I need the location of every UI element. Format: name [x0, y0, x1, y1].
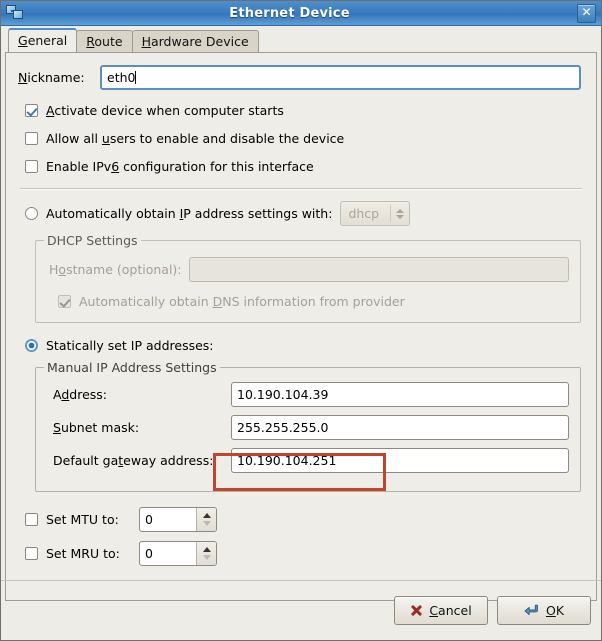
static-ip-label: Statically set IP addresses: — [46, 338, 214, 353]
combo-arrows-icon — [391, 202, 409, 225]
mru-value: 0 — [145, 546, 153, 561]
set-mru-label: Set MRU to: — [46, 546, 120, 561]
section-separator — [20, 188, 582, 190]
nickname-value: eth0 — [107, 70, 136, 85]
allow-all-users-checkbox[interactable] — [25, 132, 38, 145]
subnet-mask-value: 255.255.255.0 — [237, 420, 329, 435]
auto-ip-radio[interactable] — [25, 207, 38, 220]
enter-arrow-icon — [524, 604, 540, 618]
tab-general[interactable]: General — [8, 28, 78, 52]
tab-hardware-device[interactable]: Hardware Device — [131, 30, 259, 52]
mtu-spinner[interactable]: 0 — [139, 507, 217, 532]
hostname-input — [189, 257, 569, 282]
nickname-input[interactable]: eth0 — [100, 65, 581, 90]
tab-route[interactable]: Route — [76, 30, 133, 52]
mtu-spinner-arrows-icon[interactable] — [196, 508, 216, 531]
static-ip-row[interactable]: Statically set IP addresses: — [25, 338, 584, 353]
enable-ipv6-row[interactable]: Enable IPv6 configuration for this inter… — [25, 159, 584, 174]
activate-device-row[interactable]: Activate device when computer starts — [25, 103, 584, 118]
set-mtu-label: Set MTU to: — [46, 512, 119, 527]
protocol-value: dhcp — [348, 206, 380, 221]
nickname-row: Nickname: eth0 — [18, 65, 584, 90]
manual-ip-settings-title: Manual IP Address Settings — [44, 360, 220, 375]
set-mtu-row: Set MTU to: 0 — [25, 507, 584, 532]
auto-dns-label: Automatically obtain DNS information fro… — [79, 294, 405, 309]
subnet-mask-input[interactable]: 255.255.255.0 — [231, 415, 569, 440]
activate-device-label: Activate device when computer starts — [46, 103, 284, 118]
set-mru-row: Set MRU to: 0 — [25, 541, 584, 566]
network-device-icon — [6, 4, 24, 22]
tab-route-label: oute — [94, 34, 123, 49]
set-mru-checkbox[interactable] — [25, 547, 38, 560]
default-gateway-address-input[interactable]: 10.190.104.251 — [231, 448, 569, 473]
ok-button[interactable]: OK — [497, 596, 591, 625]
ok-button-label: OK — [545, 603, 565, 618]
mru-spinner[interactable]: 0 — [139, 541, 217, 566]
cancel-button-label: Cancel — [429, 603, 472, 618]
set-mtu-checkbox[interactable] — [25, 513, 38, 526]
ethernet-device-dialog: Ethernet Device ✕ General Route Hardware… — [0, 0, 602, 641]
allow-all-users-row[interactable]: Allow all users to enable and disable th… — [25, 131, 584, 146]
cancel-x-icon — [410, 604, 423, 617]
tab-general-label: eneral — [27, 33, 68, 48]
enable-ipv6-label: Enable IPv6 configuration for this inter… — [46, 159, 314, 174]
default-gateway-address-label: Default gateway address: — [53, 453, 214, 468]
auto-dns-row: Automatically obtain DNS information fro… — [58, 294, 580, 309]
mru-spinner-arrows-icon[interactable] — [196, 542, 216, 565]
static-ip-radio[interactable] — [25, 339, 38, 352]
address-input[interactable]: 10.190.104.39 — [231, 382, 569, 407]
address-value: 10.190.104.39 — [237, 387, 329, 402]
default-gateway-address-value: 10.190.104.251 — [237, 453, 337, 468]
hostname-label: Hostname (optional): — [49, 262, 182, 277]
auto-dns-checkbox — [58, 295, 71, 308]
protocol-combo[interactable]: dhcp — [340, 201, 411, 226]
general-tab-panel: Nickname: eth0 Activate device when comp… — [5, 52, 597, 601]
default-gateway-address-row: Default gateway address: 10.190.104.251 — [53, 448, 569, 473]
address-row: Address: 10.190.104.39 — [53, 382, 569, 407]
manual-ip-settings-group: Manual IP Address Settings Address: 10.1… — [35, 360, 581, 492]
auto-ip-row[interactable]: Automatically obtain IP address settings… — [25, 201, 584, 226]
auto-ip-label: Automatically obtain IP address settings… — [46, 206, 333, 221]
mtu-value: 0 — [145, 512, 153, 527]
dhcp-settings-group: DHCP Settings Hostname (optional): Autom… — [35, 233, 581, 323]
subnet-mask-row: Subnet mask: 255.255.255.0 — [53, 415, 569, 440]
nickname-label: Nickname: — [18, 70, 85, 85]
dhcp-settings-title: DHCP Settings — [44, 233, 141, 248]
tab-strip: General Route Hardware Device — [1, 26, 601, 52]
dialog-button-bar: Cancel OK — [1, 580, 601, 640]
activate-device-checkbox[interactable] — [25, 104, 38, 117]
text-caret — [135, 71, 137, 84]
address-label: Address: — [53, 387, 108, 402]
subnet-mask-label: Subnet mask: — [53, 420, 140, 435]
enable-ipv6-checkbox[interactable] — [25, 160, 38, 173]
allow-all-users-label: Allow all users to enable and disable th… — [46, 131, 345, 146]
tab-hardware-device-label: ardware Device — [150, 34, 249, 49]
hostname-row: Hostname (optional): — [49, 257, 569, 282]
title-bar: Ethernet Device ✕ — [1, 1, 601, 26]
close-icon[interactable]: ✕ — [577, 3, 596, 23]
cancel-button[interactable]: Cancel — [394, 596, 488, 625]
window-title: Ethernet Device — [229, 5, 350, 21]
